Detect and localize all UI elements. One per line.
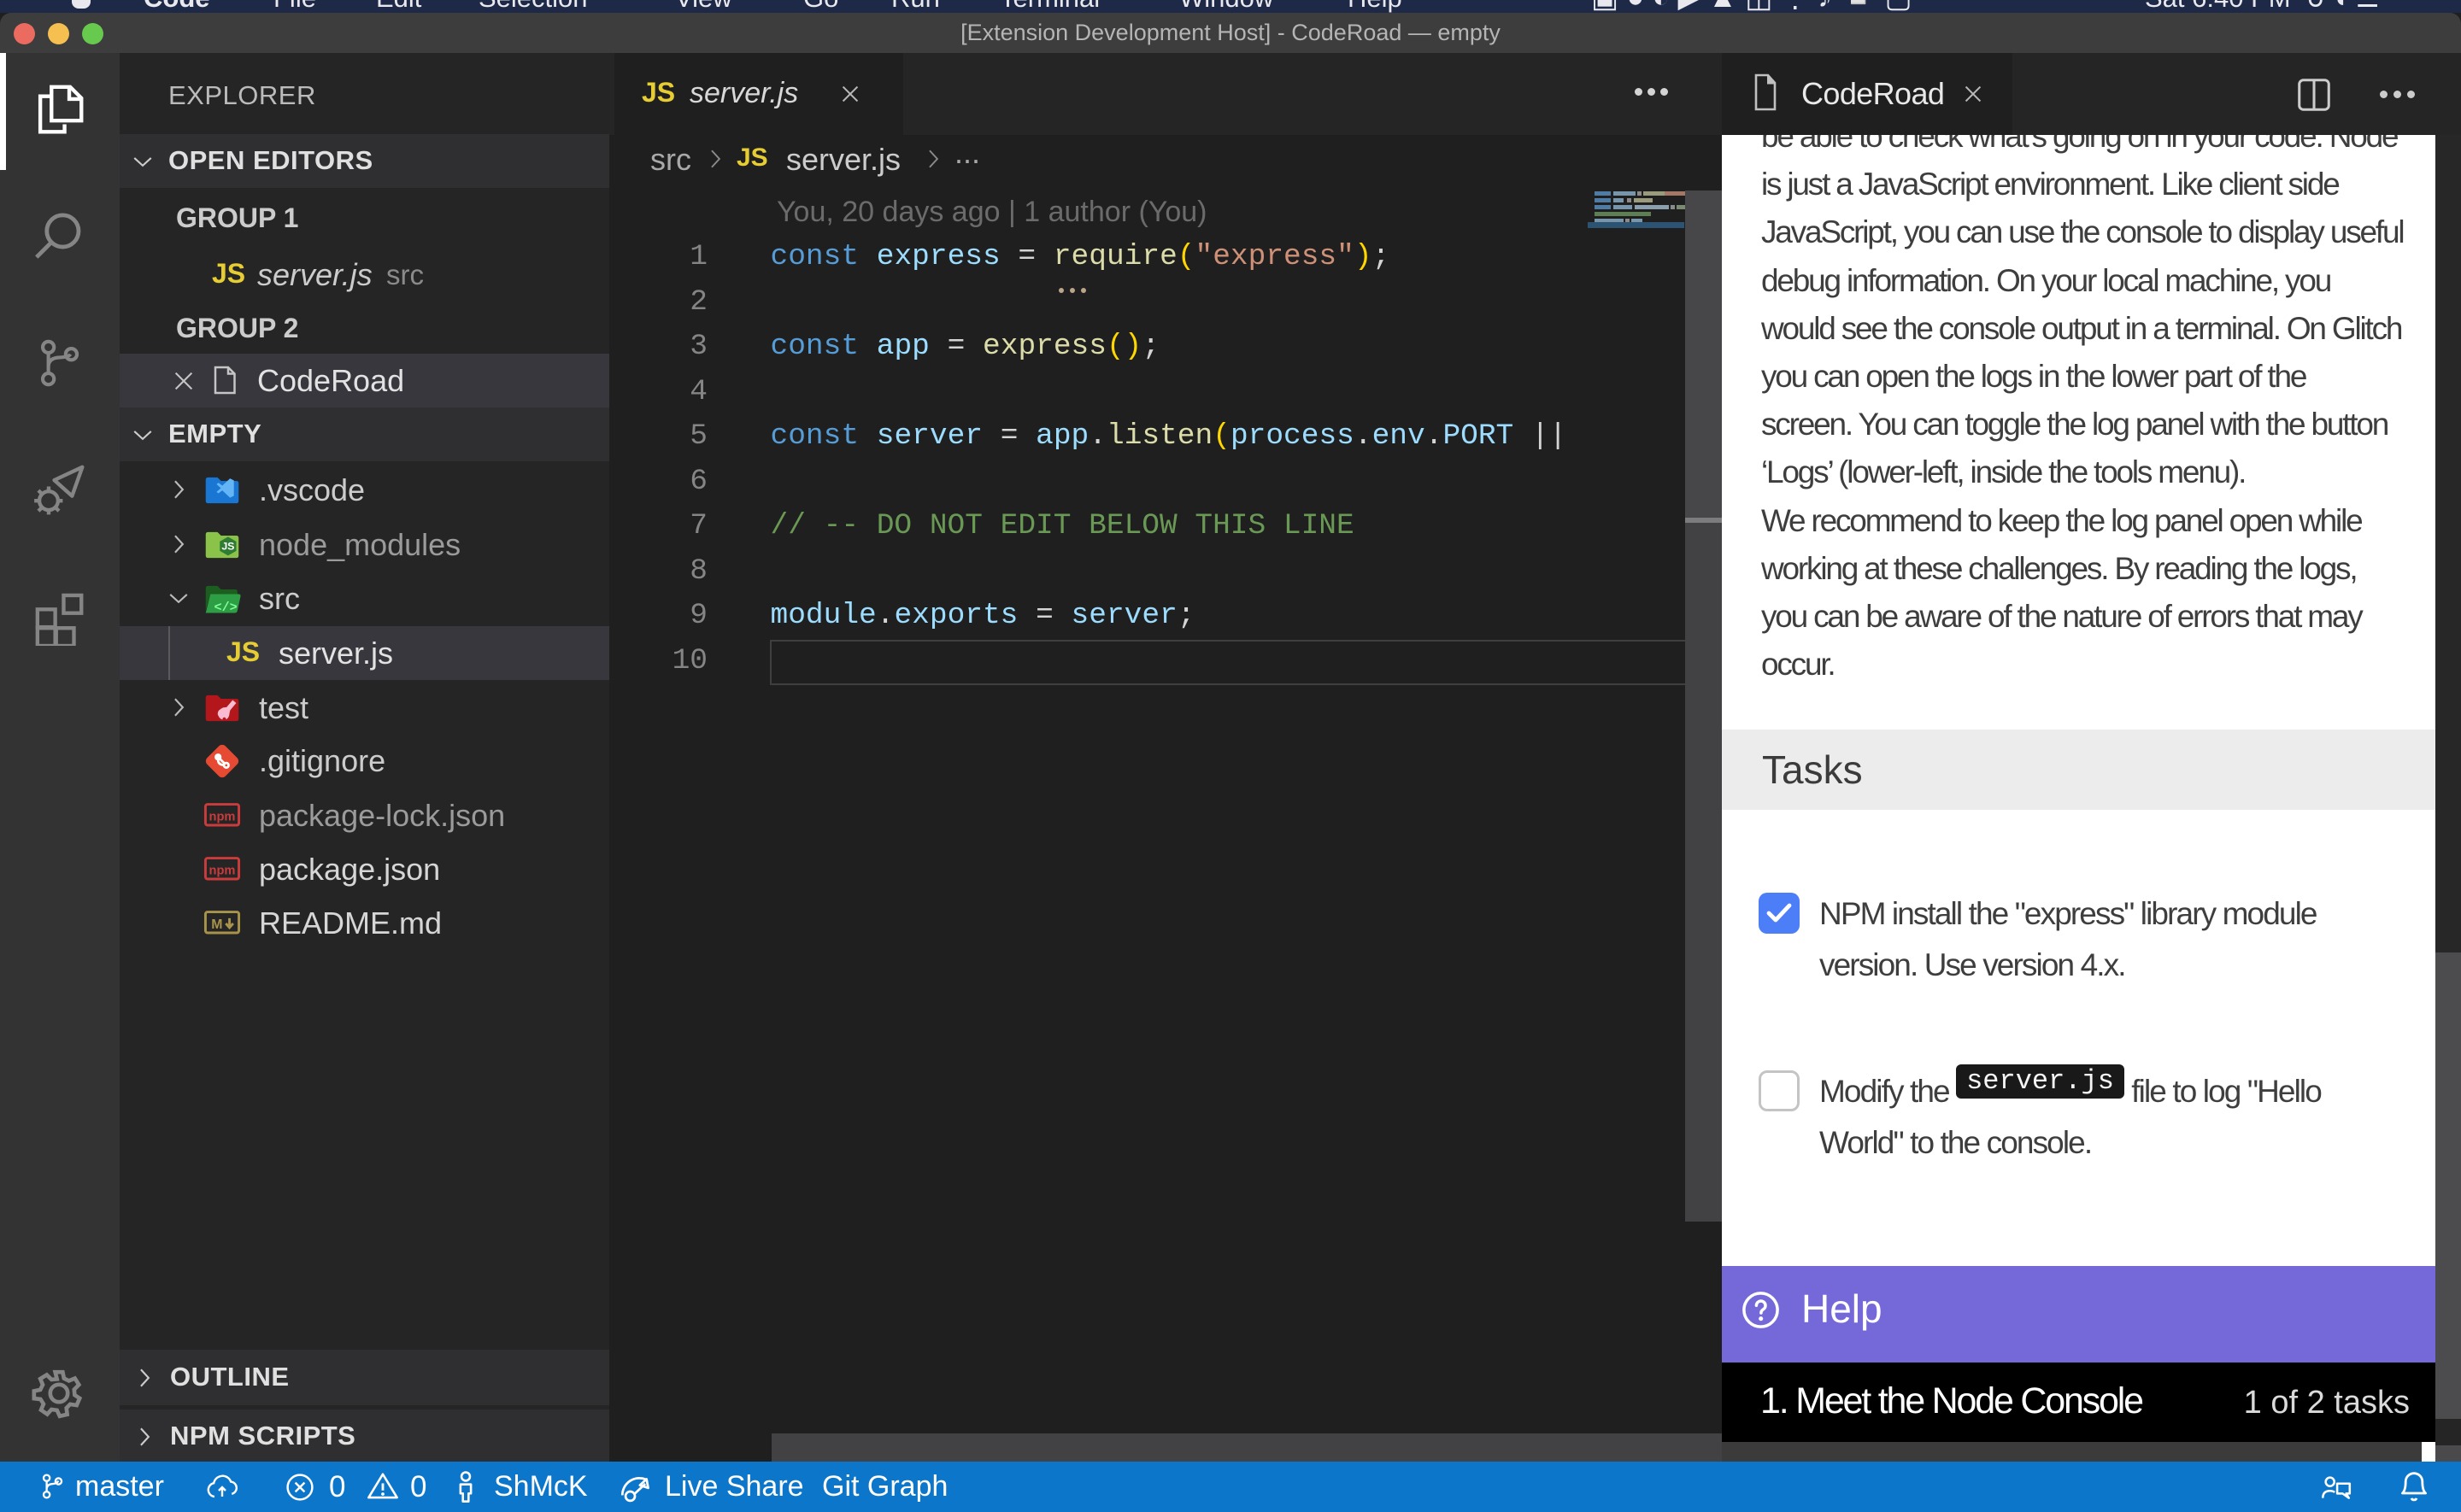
svg-text:JS: JS bbox=[221, 541, 234, 553]
svg-text:npm: npm bbox=[209, 864, 236, 878]
svg-text:</>: </> bbox=[214, 600, 238, 615]
svg-text:M: M bbox=[211, 917, 222, 932]
svg-text:npm: npm bbox=[209, 811, 236, 824]
